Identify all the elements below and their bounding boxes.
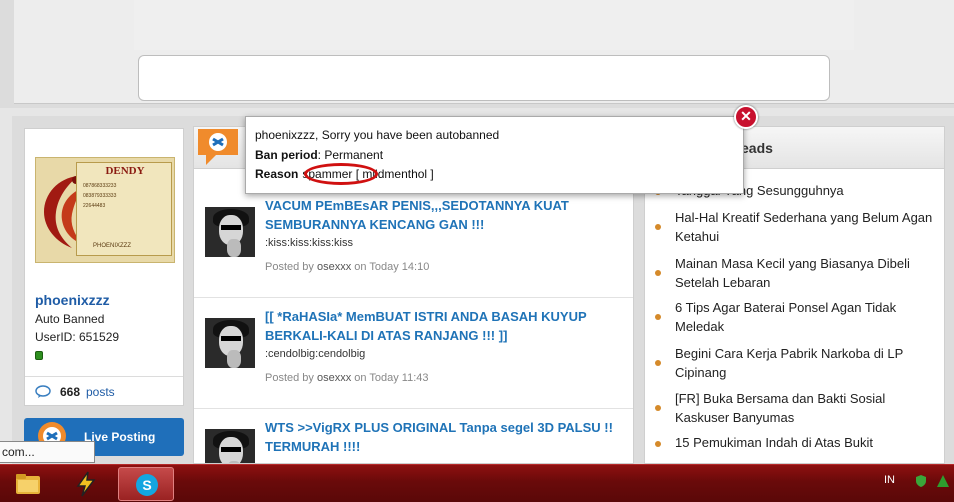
bullet-icon [655, 360, 661, 366]
avatar[interactable]: DENDY 087868333233 083879333333 22644483… [35, 157, 175, 263]
hot-thread-link[interactable]: [FR] Buka Bersama dan Bakti Sosial Kasku… [675, 389, 940, 427]
thread-author-link[interactable]: osexxx [317, 372, 351, 384]
avatar-pin: 22644483 [83, 203, 106, 209]
thread-time: on Today 14:10 [354, 261, 430, 273]
bullet-icon [655, 314, 661, 320]
tray-language[interactable]: IN [884, 474, 895, 486]
hot-thread-link[interactable]: Begini Cara Kerja Pabrik Narkoba di LP C… [675, 344, 940, 382]
ban-reason-label: Reason [255, 167, 299, 181]
avatar-caption: PHOENIXZZZ [93, 243, 132, 249]
ban-period-label: Ban period [255, 148, 318, 162]
thread-author-avatar[interactable] [205, 318, 255, 368]
thread-author-link[interactable]: osexxx [317, 261, 351, 273]
taskbar-winamp-button[interactable] [58, 467, 114, 501]
hot-thread-link[interactable]: Hal-Hal Kreatif Sederhana yang Belum Aga… [675, 208, 940, 246]
thread-snippet: :kiss:kiss:kiss:kiss [265, 237, 353, 249]
profile-username[interactable]: phoenixzzz [35, 292, 110, 308]
thread-author-avatar[interactable] [205, 207, 255, 257]
thread-item[interactable]: VACUM PEmBEsAR PENIS,,,SEDOTANNYA KUAT S… [194, 187, 633, 298]
thread-title-link[interactable]: [[ *RaHASIa* MemBUAT ISTRI ANDA BASAH KU… [265, 307, 625, 345]
thread-time: on Today 11:43 [354, 372, 429, 384]
speech-bubble-icon [35, 385, 51, 398]
hot-threads-title: eads [741, 140, 773, 156]
posts-count: 668 [60, 385, 81, 399]
folder-icon [16, 474, 40, 494]
status-tooltip: com... [0, 441, 95, 463]
thread-item[interactable]: [[ *RaHASIa* MemBUAT ISTRI ANDA BASAH KU… [194, 298, 633, 409]
avatar-title: DENDY [105, 165, 145, 177]
taskbar-skype-button[interactable]: S [118, 467, 174, 501]
shield-icon[interactable] [914, 474, 928, 488]
bullet-icon [655, 441, 661, 447]
thread-snippet: :cendolbig:cendolbig [265, 348, 366, 360]
ban-period-row: Ban period: Permanent [255, 148, 383, 162]
thread-meta: Posted by osexxx on Today 14:10 [265, 261, 429, 273]
posted-by-label: Posted by [265, 261, 314, 273]
online-status-icon [35, 351, 43, 360]
winamp-icon [76, 471, 96, 497]
profile-divider [25, 376, 183, 377]
network-icon[interactable] [936, 474, 950, 488]
close-icon[interactable]: ✕ [734, 105, 758, 129]
autoban-message: phoenixzzz, Sorry you have been autobann… [255, 128, 500, 142]
profile-status: Auto Banned [35, 312, 105, 326]
thread-title-link[interactable]: WTS >>VigRX PLUS ORIGINAL Tanpa segel 3D… [265, 418, 625, 456]
posts-link[interactable]: posts [86, 385, 115, 399]
avatar-business-card: DENDY 087868333233 083879333333 22644483… [76, 162, 172, 256]
thread-meta: Posted by osexxx on Today 11:43 [265, 372, 429, 384]
taskbar: S [0, 464, 954, 502]
bullet-icon [655, 224, 661, 230]
annotation-circle [304, 163, 378, 185]
ban-period-value: : Permanent [317, 148, 384, 162]
taskbar-explorer-button[interactable] [0, 467, 56, 501]
profile-userid: UserID: 651529 [35, 330, 120, 344]
thread-author-avatar[interactable] [205, 429, 255, 463]
thread-title-link[interactable]: VACUM PEmBEsAR PENIS,,,SEDOTANNYA KUAT S… [265, 196, 625, 234]
profile-card: DENDY 087868333233 083879333333 22644483… [24, 128, 184, 406]
header-search-box[interactable] [138, 55, 830, 101]
svg-text:S: S [142, 477, 151, 493]
kaskus-logo-icon [198, 129, 238, 165]
avatar-phone-1: 087868333233 [83, 183, 117, 189]
hot-thread-link[interactable]: 15 Pemukiman Indah di Atas Bukit [675, 433, 940, 452]
avatar-phone-2: 083879333333 [83, 193, 117, 199]
hot-thread-link[interactable]: 6 Tips Agar Baterai Ponsel Agan Tidak Me… [675, 298, 940, 336]
bullet-icon [655, 270, 661, 276]
bullet-icon [655, 405, 661, 411]
header-banner-area [134, 0, 854, 50]
hot-thread-link[interactable]: Mainan Masa Kecil yang Biasanya Dibeli S… [675, 254, 940, 292]
skype-icon: S [136, 474, 158, 496]
thread-item[interactable]: WTS >>VigRX PLUS ORIGINAL Tanpa segel 3D… [194, 409, 633, 463]
autoban-dialog: phoenixzzz, Sorry you have been autobann… [245, 105, 758, 194]
posted-by-label: Posted by [265, 372, 314, 384]
